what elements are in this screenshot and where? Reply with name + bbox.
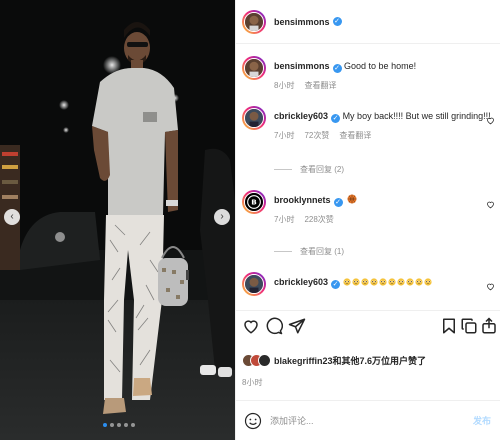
post-header: bensimmons ✓ <box>236 0 500 44</box>
caption-time[interactable]: 8小时 <box>274 80 294 91</box>
carousel-next-button[interactable]: › <box>214 209 230 225</box>
carousel-dot <box>117 423 121 427</box>
view-replies-label: 查看回复 (2) <box>300 165 344 174</box>
replies-divider <box>274 169 292 170</box>
comment-time[interactable]: 7小时 <box>274 130 294 141</box>
carousel-dot <box>110 423 114 427</box>
commenter-avatar[interactable]: B <box>242 190 266 214</box>
bookmark-icon[interactable] <box>440 317 458 335</box>
author-avatar[interactable] <box>242 9 266 34</box>
pleading-face-emoji-icon <box>360 278 369 286</box>
replies-divider <box>274 251 292 252</box>
carousel-dot <box>103 423 107 427</box>
pleading-face-emoji-icon <box>387 278 396 286</box>
comment-item: cbrickley603 ✓ My boy back!!!! But we sti… <box>242 106 497 141</box>
pleading-face-emoji-icon <box>414 278 423 286</box>
avatar-image <box>244 58 264 78</box>
post-timestamp[interactable]: 8小时 <box>242 377 262 388</box>
pleading-face-emoji-icon <box>369 278 378 286</box>
comments-list[interactable]: bensimmons ✓ Good to be home! 8小时 查看翻译 c… <box>236 44 500 310</box>
pleading-face-emoji-icon <box>378 278 387 286</box>
share-paper-plane-icon[interactable] <box>288 317 306 335</box>
emoji-smiley-icon[interactable] <box>244 412 262 430</box>
avatar-image <box>244 274 264 294</box>
carousel-dot <box>131 423 135 427</box>
author-username[interactable]: bensimmons <box>274 17 330 27</box>
comment-bubble-icon[interactable] <box>265 317 283 335</box>
photo-image <box>0 0 235 440</box>
verified-badge-icon: ✓ <box>333 198 343 207</box>
comment-time[interactable]: 7小时 <box>274 214 294 225</box>
chevron-left-icon: ‹ <box>10 211 14 222</box>
see-translation-link[interactable]: 查看翻译 <box>304 80 336 91</box>
carousel-dot <box>124 423 128 427</box>
basketball-emoji-icon <box>347 194 357 204</box>
comment-username[interactable]: brooklynnets <box>274 195 331 205</box>
pleading-face-emoji-icon <box>351 278 360 286</box>
likes-text[interactable]: blakegriffin23和其他7.6万位用户赞了 <box>274 354 426 367</box>
verified-badge-icon: ✓ <box>331 280 341 289</box>
add-comment-bar: 发布 <box>236 400 500 440</box>
see-translation-link[interactable]: 查看翻译 <box>339 130 371 141</box>
view-replies-label: 查看回复 (1) <box>300 247 344 256</box>
pleading-face-emoji-icon <box>342 278 351 286</box>
like-comment-heart-icon[interactable] <box>486 200 495 209</box>
post-panel: bensimmons ✓ bensimmons✓ Good to be hom <box>235 0 500 440</box>
comment-likes[interactable]: 228次赞 <box>304 214 333 225</box>
avatar-image <box>244 108 264 128</box>
pleading-face-emoji-icon <box>423 278 432 286</box>
copy-collection-icon[interactable] <box>460 317 478 335</box>
verified-badge-icon: ✓ <box>332 64 342 73</box>
chevron-right-icon: › <box>220 211 224 222</box>
share-external-icon[interactable] <box>480 317 498 335</box>
instagram-post: ‹ › bensimmons ✓ bensimmons ✓ Good to be… <box>0 0 500 440</box>
like-comment-heart-icon[interactable] <box>486 282 495 291</box>
comment-likes[interactable]: 72次赞 <box>304 130 329 141</box>
carousel-indicator <box>103 423 135 427</box>
view-replies-button[interactable]: 查看回复 (2) <box>274 164 344 175</box>
caption-username[interactable]: bensimmons <box>274 61 330 71</box>
comment-username[interactable]: cbrickley603 <box>274 111 328 121</box>
pleading-face-emoji-row <box>342 278 432 286</box>
comment-item: B brooklynnets ✓ 7小时 228次赞 <box>242 190 497 225</box>
svg-text:B: B <box>251 198 256 207</box>
commenter-avatar[interactable] <box>242 106 266 130</box>
pleading-face-emoji-icon <box>405 278 414 286</box>
like-comment-heart-icon[interactable] <box>486 116 495 125</box>
verified-badge-icon: ✓ <box>331 114 341 123</box>
comment-item: cbrickley603 ✓ <box>242 272 497 296</box>
caption-text: Good to be home! <box>344 61 417 71</box>
avatar-image: B <box>244 192 264 212</box>
comment-text: My boy back!!!! But we still grinding!!! <box>342 111 491 121</box>
post-photo: ‹ › <box>0 0 235 440</box>
comment-username[interactable]: cbrickley603 <box>274 277 328 287</box>
view-replies-button[interactable]: 查看回复 (1) <box>274 246 344 257</box>
carousel-prev-button[interactable]: ‹ <box>4 209 20 225</box>
likes-summary[interactable]: blakegriffin23和其他7.6万位用户赞了 <box>242 354 426 367</box>
liker-avatar <box>258 354 271 367</box>
comment-input[interactable] <box>270 415 460 426</box>
avatar-image <box>244 11 264 32</box>
verified-badge-icon: ✓ <box>332 17 342 26</box>
caption-avatar[interactable] <box>242 56 266 80</box>
caption: bensimmons ✓ Good to be home! 8小时 查看翻译 <box>242 56 497 91</box>
pleading-face-emoji-icon <box>396 278 405 286</box>
commenter-avatar[interactable] <box>242 272 266 296</box>
comment-text: cbrickley603 ✓ <box>274 272 497 289</box>
post-comment-button[interactable]: 发布 <box>473 414 491 427</box>
like-heart-icon[interactable] <box>242 317 260 335</box>
action-bar <box>236 310 500 342</box>
